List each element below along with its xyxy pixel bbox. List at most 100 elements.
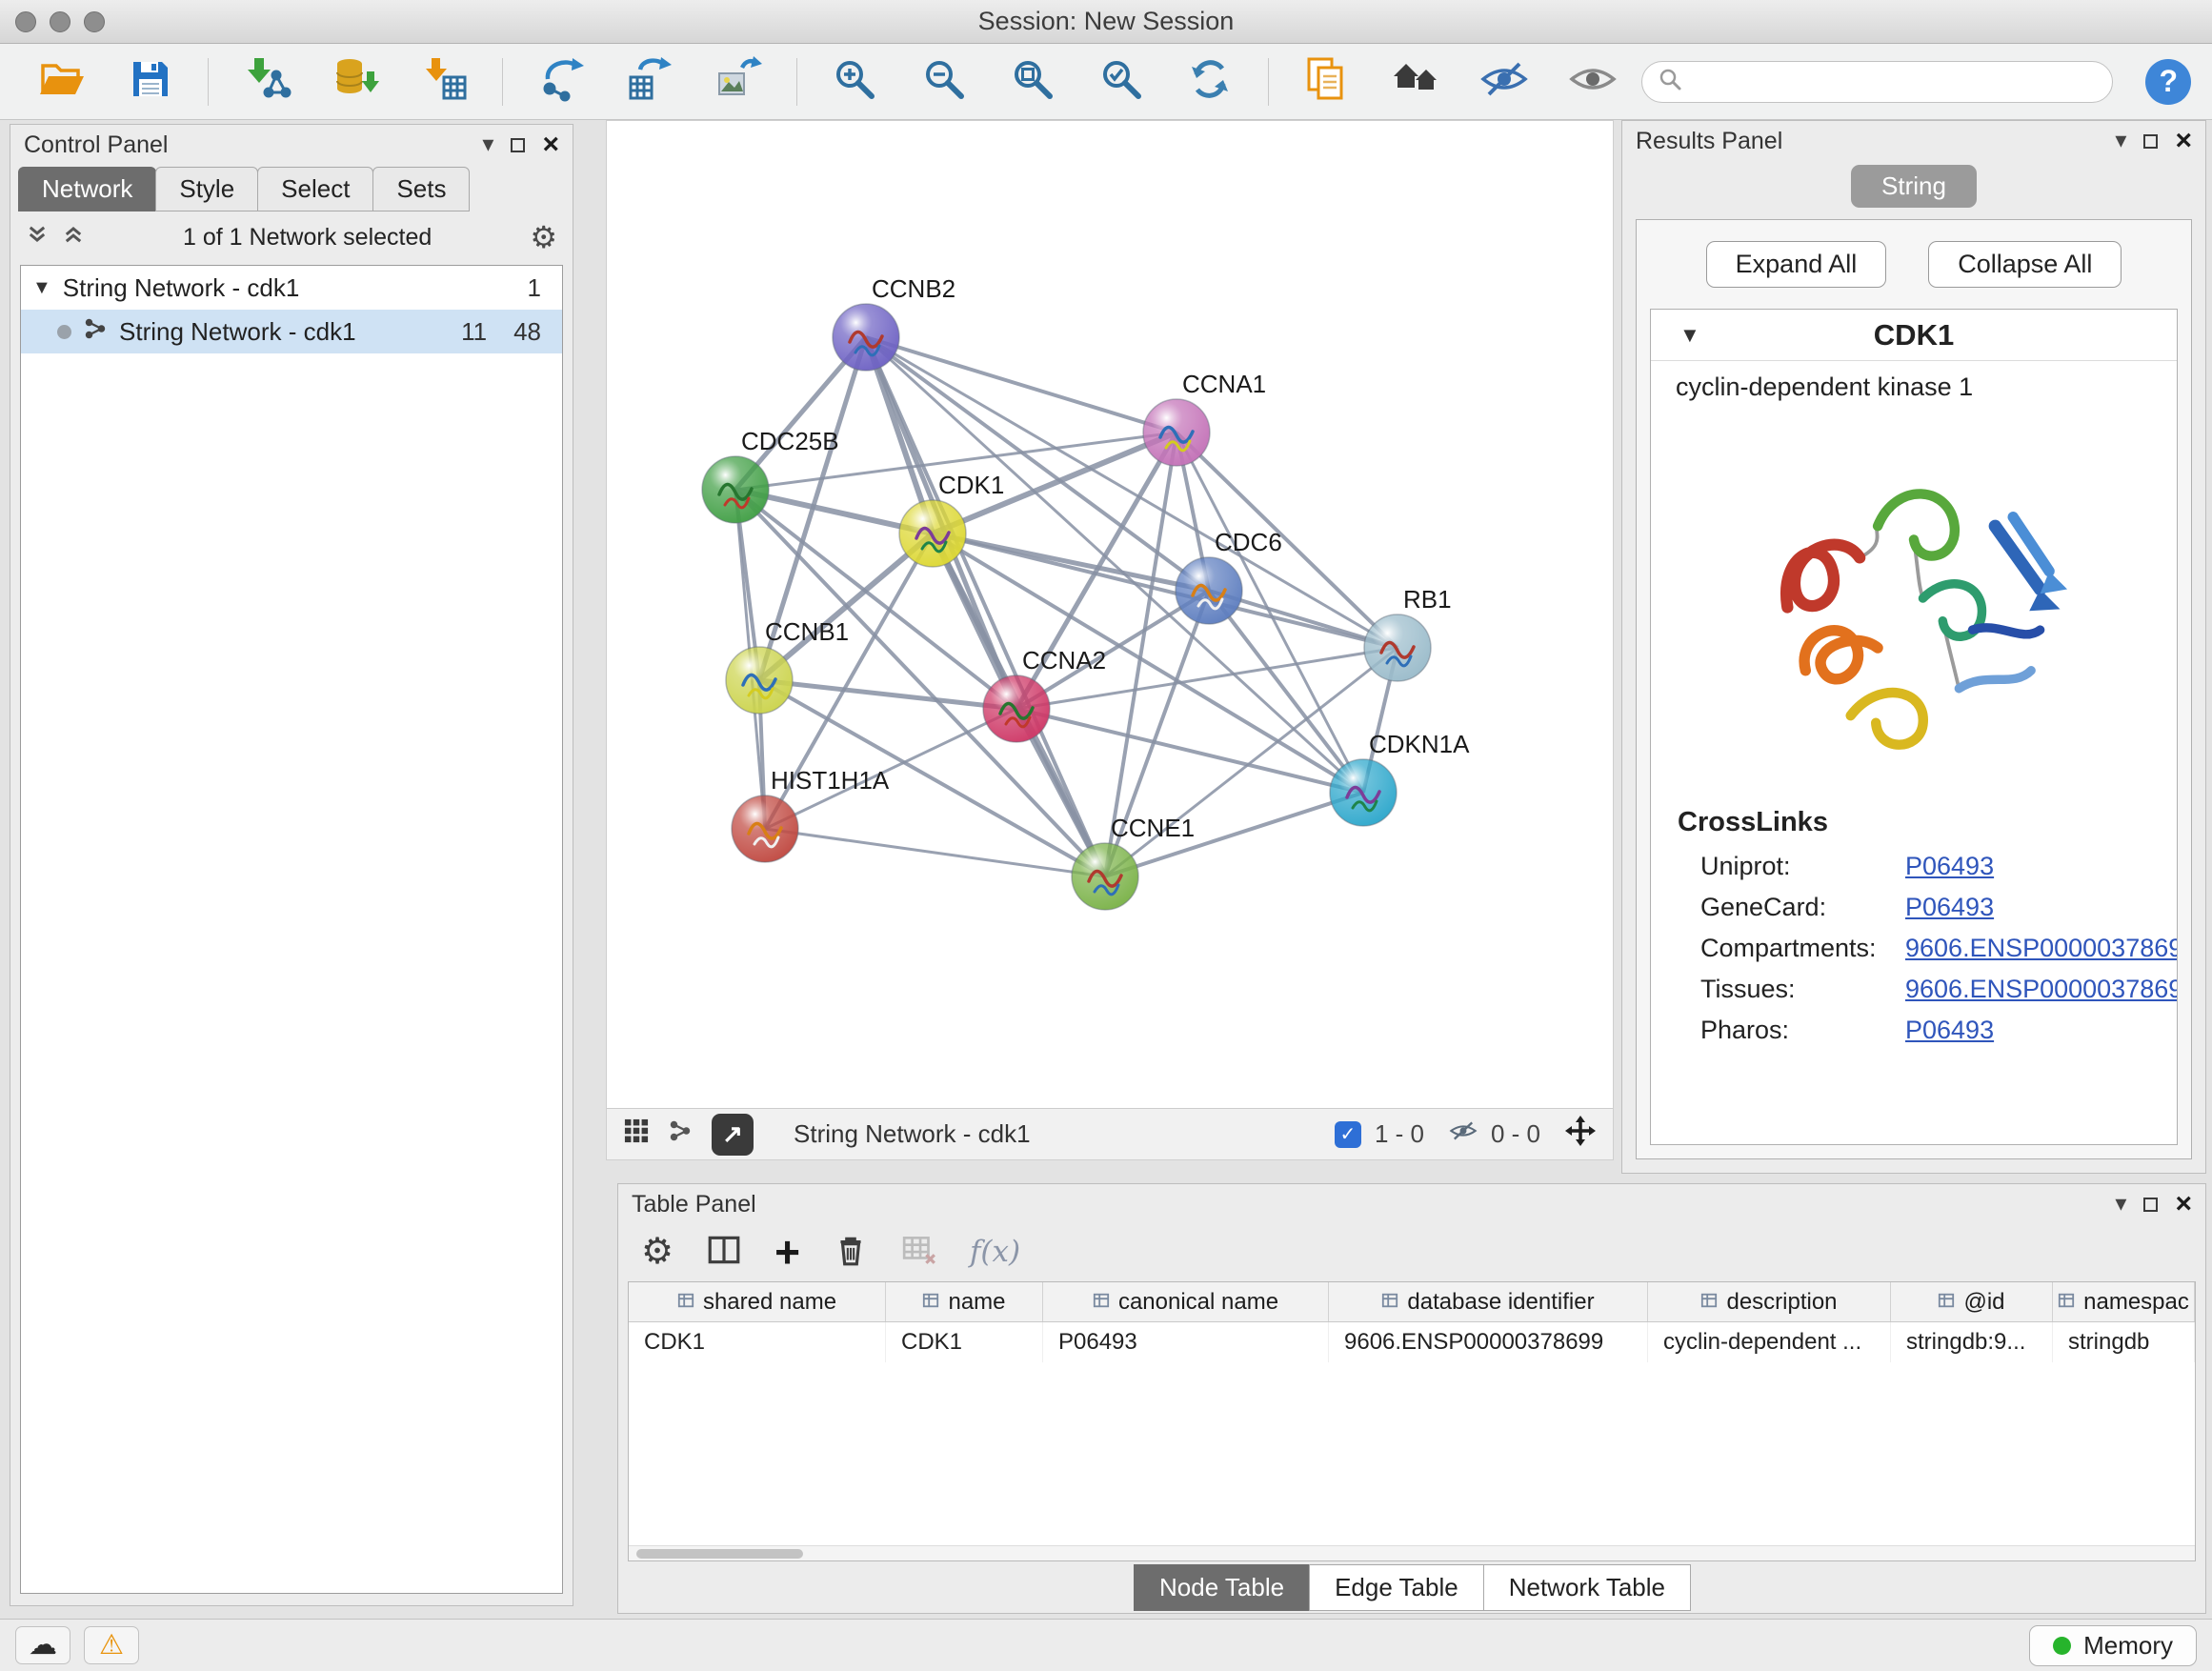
zoom-in-button[interactable] <box>814 50 895 113</box>
panel-float-icon[interactable] <box>511 138 525 152</box>
column-header[interactable]: description <box>1648 1282 1891 1321</box>
column-header[interactable]: @id <box>1891 1282 2053 1321</box>
toolbar-separator <box>502 58 503 106</box>
network-node[interactable]: RB1 <box>1364 585 1452 681</box>
tab-network-table[interactable]: Network Table <box>1483 1564 1691 1611</box>
collapse-section-icon[interactable]: ▼ <box>1679 323 1700 348</box>
export-table-button[interactable] <box>609 50 690 113</box>
panel-close-icon[interactable]: × <box>2175 127 2192 155</box>
hide-selected-button[interactable] <box>1463 50 1544 113</box>
export-network-button[interactable] <box>520 50 601 113</box>
cell-description[interactable]: cyclin-dependent ... <box>1648 1322 1891 1362</box>
arrow-up-right-icon: ↗ <box>722 1119 743 1149</box>
panel-close-icon[interactable]: × <box>542 131 559 159</box>
cell-database-identifier[interactable]: 9606.ENSP00000378699 <box>1329 1322 1648 1362</box>
show-all-button[interactable] <box>1552 50 1633 113</box>
crosslink-tissues-link[interactable]: 9606.ENSP00000378699 <box>1905 975 2178 1004</box>
cell-canonical-name[interactable]: P06493 <box>1043 1322 1329 1362</box>
network-node[interactable]: CDKN1A <box>1330 730 1470 826</box>
cell-name[interactable]: CDK1 <box>886 1322 1043 1362</box>
import-network-database-button[interactable] <box>315 50 396 113</box>
network-node[interactable]: CCNB2 <box>833 274 955 371</box>
tab-node-table[interactable]: Node Table <box>1134 1564 1310 1611</box>
column-header[interactable]: name <box>886 1282 1043 1321</box>
gene-card-header[interactable]: ▼ CDK1 <box>1651 310 2177 361</box>
cell-shared-name[interactable]: CDK1 <box>629 1322 886 1362</box>
crosslink-uniprot-link[interactable]: P06493 <box>1905 852 1994 881</box>
global-search-field[interactable] <box>1641 61 2114 103</box>
zoom-fit-button[interactable] <box>992 50 1073 113</box>
network-canvas[interactable]: CCNB2CCNA1CDC25BCDK1CDC6RB1CCNB1CCNA2CDK… <box>607 121 1613 1108</box>
panel-float-icon[interactable] <box>2143 1198 2158 1212</box>
network-collection-row[interactable]: ▼ String Network - cdk1 1 <box>21 266 562 310</box>
import-network-file-button[interactable] <box>226 50 307 113</box>
network-node[interactable]: CCNB1 <box>726 617 849 714</box>
column-header[interactable]: database identifier <box>1329 1282 1648 1321</box>
tree-expand-icon[interactable]: ▼ <box>32 277 51 299</box>
crosslink-label: Compartments: <box>1700 934 1905 963</box>
cell-namespace[interactable]: stringdb <box>2053 1322 2195 1362</box>
column-header[interactable]: canonical name <box>1043 1282 1329 1321</box>
export-image-button[interactable] <box>698 50 779 113</box>
crosslink-compartments-link[interactable]: 9606.ENSP00000378699 <box>1905 934 2178 963</box>
main-toolbar: ? <box>0 44 2212 120</box>
network-row[interactable]: String Network - cdk1 11 48 <box>21 310 562 353</box>
grid-view-icon[interactable] <box>624 1118 649 1150</box>
panel-close-icon[interactable]: × <box>2175 1190 2192 1218</box>
panel-menu-icon[interactable]: ▾ <box>482 133 493 156</box>
scrollbar-thumb[interactable] <box>636 1549 803 1559</box>
column-header[interactable]: shared name <box>629 1282 886 1321</box>
edge-count: 48 <box>513 317 541 347</box>
selected-checkbox-icon[interactable]: ✓ <box>1335 1121 1361 1148</box>
collapse-all-button[interactable]: Collapse All <box>1928 241 2122 288</box>
collapse-all-icon[interactable] <box>26 223 49 252</box>
expand-all-button[interactable]: Expand All <box>1706 241 1887 288</box>
crosslink-genecard-link[interactable]: P06493 <box>1905 893 1994 922</box>
import-table-icon <box>419 54 469 109</box>
panel-menu-icon[interactable]: ▾ <box>2115 1193 2126 1216</box>
panel-menu-icon[interactable]: ▾ <box>2115 130 2126 152</box>
delete-column-trash-icon[interactable] <box>833 1232 869 1273</box>
table-settings-gear-icon[interactable]: ⚙ <box>641 1234 674 1270</box>
zoom-selected-button[interactable] <box>1080 50 1161 113</box>
table-row[interactable]: CDK1 CDK1 P06493 9606.ENSP00000378699 cy… <box>629 1322 2195 1362</box>
network-glyph-icon[interactable] <box>668 1118 693 1150</box>
pan-move-icon[interactable] <box>1565 1116 1596 1153</box>
search-input[interactable] <box>1692 68 2098 95</box>
tab-select[interactable]: Select <box>257 167 373 211</box>
panel-float-icon[interactable] <box>2143 134 2158 149</box>
cloud-status-button[interactable]: ☁ <box>15 1626 70 1664</box>
column-header[interactable]: namespac <box>2053 1282 2195 1321</box>
home-button[interactable] <box>1375 50 1456 113</box>
tab-network[interactable]: Network <box>18 167 156 211</box>
eye-slash-icon <box>1479 54 1529 109</box>
cell-id[interactable]: stringdb:9... <box>1891 1322 2053 1362</box>
copy-button[interactable] <box>1286 50 1367 113</box>
warnings-button[interactable]: ⚠ <box>84 1626 139 1664</box>
tab-style[interactable]: Style <box>155 167 258 211</box>
zoom-out-button[interactable] <box>903 50 984 113</box>
import-table-button[interactable] <box>404 50 485 113</box>
expand-all-icon[interactable] <box>62 223 85 252</box>
tab-sets[interactable]: Sets <box>372 167 470 211</box>
network-node[interactable]: HIST1H1A <box>732 766 890 862</box>
show-columns-icon[interactable] <box>706 1232 742 1273</box>
horizontal-scrollbar[interactable] <box>629 1545 2195 1560</box>
crosslink-pharos-link[interactable]: P06493 <box>1905 1016 1994 1045</box>
open-session-button[interactable] <box>21 50 102 113</box>
function-builder-button[interactable]: f(x) <box>970 1235 1020 1269</box>
network-node[interactable]: CCNE1 <box>1072 814 1195 910</box>
tab-string[interactable]: String <box>1851 165 1977 208</box>
column-type-icon <box>1700 1289 1718 1316</box>
gear-icon[interactable]: ⚙ <box>530 222 557 252</box>
tab-edge-table[interactable]: Edge Table <box>1309 1564 1484 1611</box>
network-node[interactable]: CCNA1 <box>1143 370 1266 466</box>
title-bar: Session: New Session <box>0 0 2212 44</box>
network-selection-bar: 1 of 1 Network selected ⚙ <box>10 211 573 263</box>
save-session-button[interactable] <box>110 50 191 113</box>
help-button[interactable]: ? <box>2145 59 2191 105</box>
open-in-new-window-button[interactable]: ↗ <box>712 1114 754 1156</box>
memory-button[interactable]: Memory <box>2029 1625 2197 1666</box>
apply-layout-button[interactable] <box>1170 50 1251 113</box>
add-column-icon[interactable]: + <box>774 1230 800 1274</box>
